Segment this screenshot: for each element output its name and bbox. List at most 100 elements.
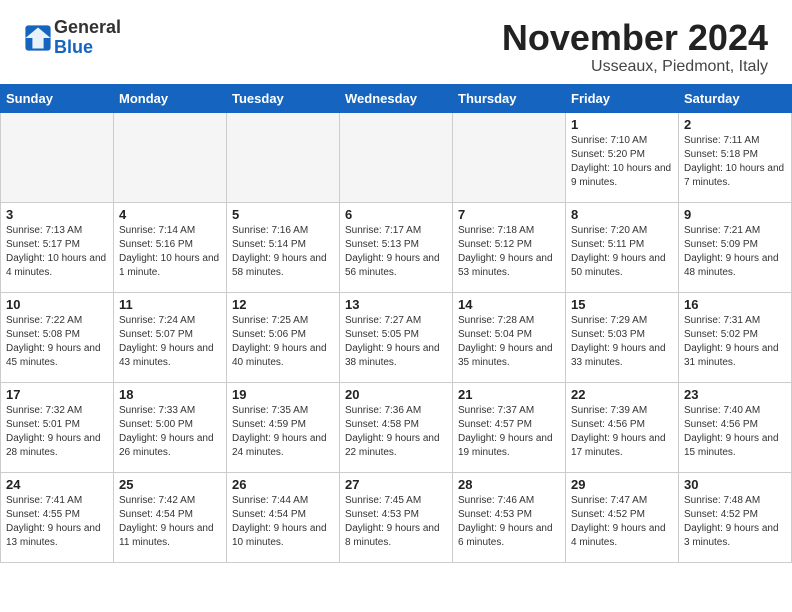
day-info: Sunrise: 7:42 AM Sunset: 4:54 PM Dayligh… [119, 494, 221, 550]
calendar-cell: 5Sunrise: 7:16 AM Sunset: 5:14 PM Daylig… [227, 202, 340, 292]
day-info: Sunrise: 7:40 AM Sunset: 4:56 PM Dayligh… [684, 404, 786, 460]
day-info: Sunrise: 7:18 AM Sunset: 5:12 PM Dayligh… [458, 224, 560, 280]
day-info: Sunrise: 7:37 AM Sunset: 4:57 PM Dayligh… [458, 404, 560, 460]
calendar-cell: 22 Sunrise: 7:39 AM Sunset: 4:56 PM Dayli… [566, 382, 679, 472]
title-area: November 2024 Usseaux, Piedmont, Italy [502, 18, 768, 76]
calendar-cell: 16Sunrise: 7:31 AM Sunset: 5:02 PM Dayli… [679, 292, 792, 382]
day-number: 5 [232, 207, 334, 222]
calendar-cell: 23 Sunrise: 7:40 AM Sunset: 4:56 PM Dayli… [679, 382, 792, 472]
calendar-cell: 8Sunrise: 7:20 AM Sunset: 5:11 PM Daylig… [566, 202, 679, 292]
day-number: 22 [571, 387, 673, 402]
day-number: 21 [458, 387, 560, 402]
calendar-cell: 12 Sunrise: 7:25 AM Sunset: 5:06 PM Dayli… [227, 292, 340, 382]
calendar-cell: 13Sunrise: 7:27 AM Sunset: 5:05 PM Dayli… [340, 292, 453, 382]
day-number: 24 [6, 477, 108, 492]
calendar-cell: 27 Sunrise: 7:45 AM Sunset: 4:53 PM Dayli… [340, 472, 453, 562]
calendar-week-row: 1 Sunrise: 7:10 AM Sunset: 5:20 PM Daylig… [1, 112, 792, 202]
day-info: Sunrise: 7:17 AM Sunset: 5:13 PM Dayligh… [345, 224, 447, 280]
day-number: 7 [458, 207, 560, 222]
weekday-header-friday: Friday [566, 84, 679, 112]
day-info: Sunrise: 7:33 AM Sunset: 5:00 PM Dayligh… [119, 404, 221, 460]
day-number: 4 [119, 207, 221, 222]
weekday-header-monday: Monday [114, 84, 227, 112]
day-info: Sunrise: 7:41 AM Sunset: 4:55 PM Dayligh… [6, 494, 108, 550]
calendar-cell [114, 112, 227, 202]
location-subtitle: Usseaux, Piedmont, Italy [502, 58, 768, 76]
weekday-header-wednesday: Wednesday [340, 84, 453, 112]
logo-general-text: General [54, 17, 121, 37]
day-number: 6 [345, 207, 447, 222]
day-info: Sunrise: 7:10 AM Sunset: 5:20 PM Dayligh… [571, 134, 673, 190]
weekday-header-sunday: Sunday [1, 84, 114, 112]
day-info: Sunrise: 7:28 AM Sunset: 5:04 PM Dayligh… [458, 314, 560, 370]
calendar-week-row: 10 Sunrise: 7:22 AM Sunset: 5:08 PM Dayli… [1, 292, 792, 382]
day-number: 25 [119, 477, 221, 492]
day-number: 2 [684, 117, 786, 132]
day-number: 20 [345, 387, 447, 402]
day-info: Sunrise: 7:44 AM Sunset: 4:54 PM Dayligh… [232, 494, 334, 550]
calendar-cell: 11Sunrise: 7:24 AM Sunset: 5:07 PM Dayli… [114, 292, 227, 382]
calendar-cell: 15 Sunrise: 7:29 AM Sunset: 5:03 PM Dayli… [566, 292, 679, 382]
calendar-cell: 14 Sunrise: 7:28 AM Sunset: 5:04 PM Dayli… [453, 292, 566, 382]
day-number: 17 [6, 387, 108, 402]
day-info: Sunrise: 7:48 AM Sunset: 4:52 PM Dayligh… [684, 494, 786, 550]
day-info: Sunrise: 7:20 AM Sunset: 5:11 PM Dayligh… [571, 224, 673, 280]
day-number: 13 [345, 297, 447, 312]
day-info: Sunrise: 7:29 AM Sunset: 5:03 PM Dayligh… [571, 314, 673, 370]
header: General Blue November 2024 Usseaux, Pied… [0, 0, 792, 84]
day-number: 23 [684, 387, 786, 402]
day-number: 29 [571, 477, 673, 492]
day-number: 3 [6, 207, 108, 222]
day-info: Sunrise: 7:24 AM Sunset: 5:07 PM Dayligh… [119, 314, 221, 370]
day-number: 27 [345, 477, 447, 492]
calendar-cell: 2Sunrise: 7:11 AM Sunset: 5:18 PM Daylig… [679, 112, 792, 202]
day-info: Sunrise: 7:32 AM Sunset: 5:01 PM Dayligh… [6, 404, 108, 460]
calendar-cell: 3 Sunrise: 7:13 AM Sunset: 5:17 PM Daylig… [1, 202, 114, 292]
calendar-cell: 19 Sunrise: 7:35 AM Sunset: 4:59 PM Dayli… [227, 382, 340, 472]
calendar-cell: 29Sunrise: 7:47 AM Sunset: 4:52 PM Dayli… [566, 472, 679, 562]
day-info: Sunrise: 7:35 AM Sunset: 4:59 PM Dayligh… [232, 404, 334, 460]
calendar-week-row: 17 Sunrise: 7:32 AM Sunset: 5:01 PM Dayli… [1, 382, 792, 472]
day-number: 10 [6, 297, 108, 312]
calendar-cell: 18 Sunrise: 7:33 AM Sunset: 5:00 PM Dayli… [114, 382, 227, 472]
day-number: 1 [571, 117, 673, 132]
logo: General Blue [24, 18, 121, 58]
day-info: Sunrise: 7:25 AM Sunset: 5:06 PM Dayligh… [232, 314, 334, 370]
month-title: November 2024 [502, 18, 768, 58]
weekday-header-tuesday: Tuesday [227, 84, 340, 112]
calendar-cell [453, 112, 566, 202]
calendar-week-row: 24 Sunrise: 7:41 AM Sunset: 4:55 PM Dayli… [1, 472, 792, 562]
calendar-cell: 21 Sunrise: 7:37 AM Sunset: 4:57 PM Dayli… [453, 382, 566, 472]
day-number: 26 [232, 477, 334, 492]
day-number: 30 [684, 477, 786, 492]
weekday-header-thursday: Thursday [453, 84, 566, 112]
day-number: 28 [458, 477, 560, 492]
calendar-cell: 10 Sunrise: 7:22 AM Sunset: 5:08 PM Dayli… [1, 292, 114, 382]
day-info: Sunrise: 7:46 AM Sunset: 4:53 PM Dayligh… [458, 494, 560, 550]
weekday-header-saturday: Saturday [679, 84, 792, 112]
calendar-cell [340, 112, 453, 202]
calendar-week-row: 3 Sunrise: 7:13 AM Sunset: 5:17 PM Daylig… [1, 202, 792, 292]
logo-blue-text: Blue [54, 37, 93, 57]
day-number: 19 [232, 387, 334, 402]
day-number: 12 [232, 297, 334, 312]
day-info: Sunrise: 7:21 AM Sunset: 5:09 PM Dayligh… [684, 224, 786, 280]
calendar-cell: 4 Sunrise: 7:14 AM Sunset: 5:16 PM Daylig… [114, 202, 227, 292]
day-number: 14 [458, 297, 560, 312]
calendar-cell: 26 Sunrise: 7:44 AM Sunset: 4:54 PM Dayli… [227, 472, 340, 562]
day-number: 18 [119, 387, 221, 402]
day-info: Sunrise: 7:14 AM Sunset: 5:16 PM Dayligh… [119, 224, 221, 280]
calendar-cell: 9Sunrise: 7:21 AM Sunset: 5:09 PM Daylig… [679, 202, 792, 292]
day-info: Sunrise: 7:45 AM Sunset: 4:53 PM Dayligh… [345, 494, 447, 550]
day-info: Sunrise: 7:22 AM Sunset: 5:08 PM Dayligh… [6, 314, 108, 370]
day-info: Sunrise: 7:13 AM Sunset: 5:17 PM Dayligh… [6, 224, 108, 280]
day-number: 15 [571, 297, 673, 312]
calendar-cell: 17 Sunrise: 7:32 AM Sunset: 5:01 PM Dayli… [1, 382, 114, 472]
calendar-table: SundayMondayTuesdayWednesdayThursdayFrid… [0, 84, 792, 563]
day-info: Sunrise: 7:31 AM Sunset: 5:02 PM Dayligh… [684, 314, 786, 370]
day-info: Sunrise: 7:39 AM Sunset: 4:56 PM Dayligh… [571, 404, 673, 460]
calendar-cell: 7 Sunrise: 7:18 AM Sunset: 5:12 PM Daylig… [453, 202, 566, 292]
calendar-cell: 25 Sunrise: 7:42 AM Sunset: 4:54 PM Dayli… [114, 472, 227, 562]
day-info: Sunrise: 7:36 AM Sunset: 4:58 PM Dayligh… [345, 404, 447, 460]
logo-icon [24, 24, 52, 52]
